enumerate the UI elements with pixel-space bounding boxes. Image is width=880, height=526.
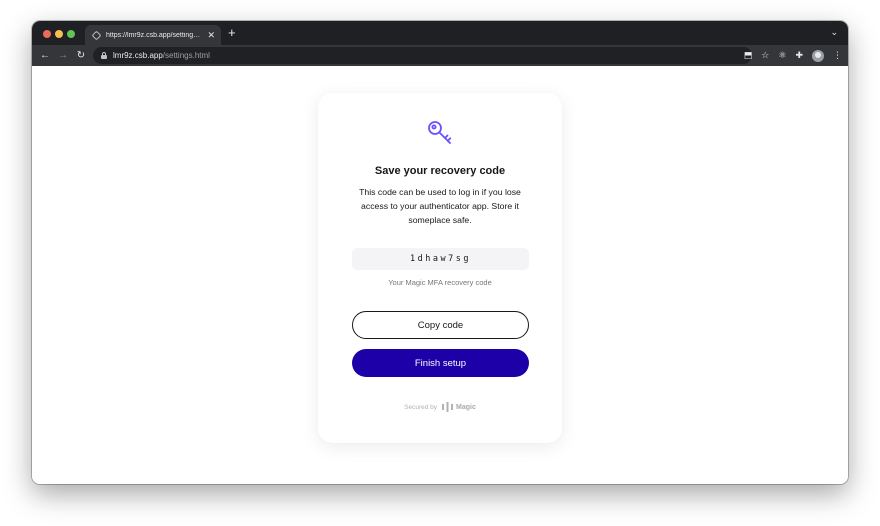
reload-button[interactable]: ↻ (72, 45, 90, 66)
bookmark-star-icon[interactable]: ☆ (761, 51, 769, 60)
recovery-code-caption: Your Magic MFA recovery code (388, 278, 492, 287)
recovery-code-card: Save your recovery code This code can be… (318, 93, 562, 443)
recovery-code-box[interactable]: 1dhaw7sg (352, 248, 529, 270)
back-button[interactable]: ← (36, 45, 54, 66)
browser-window: https://lmr9z.csb.app/settings.html ✕ + … (32, 21, 848, 484)
magic-brand-text: Magic (456, 403, 476, 411)
magic-logo: Magic (442, 402, 476, 412)
url-text[interactable]: lmr9z.csb.app/settings.html (113, 51, 210, 60)
lock-icon[interactable] (101, 52, 107, 59)
key-icon (428, 121, 452, 144)
extensions-puzzle-icon[interactable]: ✚ (795, 51, 803, 60)
codesandbox-favicon-icon (91, 30, 102, 40)
card-description: This code can be used to log in if you l… (359, 187, 521, 225)
install-app-icon[interactable]: ⬒ (744, 51, 753, 60)
tab-search-chevron-icon[interactable]: ⌄ (830, 27, 838, 38)
tab-strip: https://lmr9z.csb.app/settings.html ✕ + … (32, 21, 848, 45)
window-maximize-button[interactable] (67, 30, 75, 38)
window-close-button[interactable] (43, 30, 51, 38)
new-tab-button[interactable]: + (228, 26, 236, 40)
secured-by-label: Secured by (404, 403, 438, 411)
browser-tab-active[interactable]: https://lmr9z.csb.app/settings.html ✕ (85, 25, 221, 45)
menu-kebab-icon[interactable]: ⋮ (833, 51, 842, 60)
browser-toolbar: ← → ↻ lmr9z.csb.app/settings.html ⬒ ☆ ⚛ … (32, 45, 848, 66)
window-minimize-button[interactable] (55, 30, 63, 38)
copy-code-button[interactable]: Copy code (352, 311, 529, 339)
finish-setup-button[interactable]: Finish setup (352, 349, 529, 377)
magic-logo-icon (442, 402, 454, 412)
tab-close-icon[interactable]: ✕ (207, 30, 215, 40)
tab-title: https://lmr9z.csb.app/settings.html (106, 31, 204, 39)
card-title: Save your recovery code (374, 165, 506, 177)
profile-avatar-icon[interactable] (812, 49, 824, 62)
forward-button[interactable]: → (54, 45, 72, 66)
react-devtools-icon[interactable]: ⚛ (778, 51, 786, 60)
toolbar-icons: ⬒ ☆ ⚛ ✚ ⋮ (744, 45, 842, 66)
secured-by-footer: Secured by Magic (318, 402, 562, 412)
page-content: Save your recovery code This code can be… (32, 66, 848, 484)
address-bar[interactable]: lmr9z.csb.app/settings.html (93, 47, 752, 64)
